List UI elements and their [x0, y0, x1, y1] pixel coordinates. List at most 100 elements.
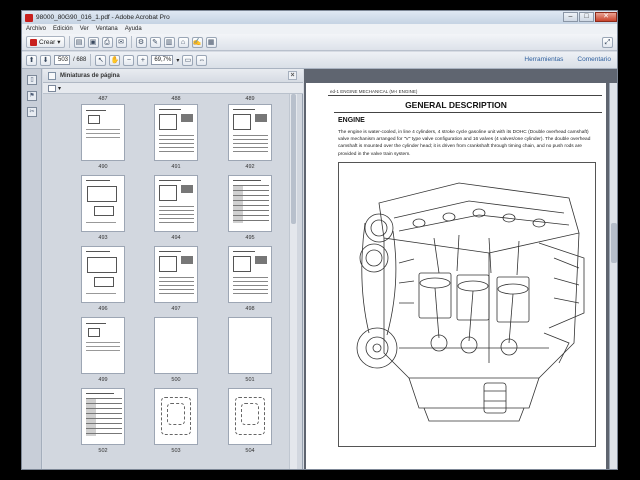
thumbnail-content: [86, 110, 106, 111]
create-button[interactable]: Crear ▾: [26, 36, 65, 48]
page-thumbnails-panel: Miniaturas de página × ▾ 487 488 489 490 491…: [43, 69, 303, 469]
comment-link[interactable]: Comentario: [577, 56, 611, 63]
document-scrollbar[interactable]: [609, 83, 617, 469]
page-thumbnail[interactable]: [154, 246, 198, 303]
thumbnail-content: [86, 346, 120, 347]
print-icon[interactable]: ⎙: [101, 36, 113, 48]
title-bar: 98000_80G90_016_1.pdf - Adobe Acrobat Pr…: [22, 11, 617, 24]
thumbnail-content: [88, 115, 100, 124]
page-thumbnail[interactable]: [81, 317, 125, 374]
page-count: / 688: [73, 57, 87, 63]
thumbnail-page-number: 500: [171, 377, 181, 383]
thumbnail-content: [233, 281, 268, 282]
menu-ver[interactable]: Ver: [80, 26, 89, 32]
page-title: GENERAL DESCRIPTION: [405, 100, 507, 110]
page-thumbnail[interactable]: [81, 175, 125, 232]
thumbnail-content: [87, 257, 117, 273]
page-thumbnail[interactable]: [228, 317, 272, 374]
thumbnail-content: [159, 222, 194, 223]
page-thumbnail[interactable]: [228, 175, 272, 232]
page-thumbnail[interactable]: [154, 104, 198, 161]
bookmarks-icon[interactable]: ⚑: [27, 91, 37, 101]
close-panel-button[interactable]: ×: [288, 71, 297, 80]
comment-icon[interactable]: ✎: [149, 36, 161, 48]
edit-icon[interactable]: ✍: [191, 36, 203, 48]
page-up-icon[interactable]: ⬆: [26, 54, 37, 66]
fit-page-icon[interactable]: ▭: [182, 54, 194, 66]
thumbnails-panel-icon: [48, 71, 56, 80]
form-icon[interactable]: ▦: [205, 36, 217, 48]
menu-ventana[interactable]: Ventana: [96, 26, 118, 32]
chevron-down-icon[interactable]: ▾: [58, 85, 61, 92]
thumbnail-content: [159, 289, 194, 290]
thumbnail-content: [233, 293, 268, 294]
minimize-button[interactable]: –: [563, 12, 578, 22]
attach-icon[interactable]: ⌂: [177, 36, 189, 48]
thumbnail-content: [86, 350, 120, 351]
thumbnail-content: [233, 114, 251, 130]
thumbnail-content: [86, 129, 120, 130]
thumbnail-content: [86, 133, 120, 134]
thumbnail-content: [159, 210, 194, 211]
page-thumbnail[interactable]: [81, 104, 125, 161]
thumbnail-page-number: 502: [98, 448, 108, 454]
task-pane-links: Herramientas Comentario: [524, 56, 611, 63]
page-thumbnail[interactable]: [81, 246, 125, 303]
hand-tool-icon[interactable]: ✋: [109, 54, 121, 66]
acrobat-window: 98000_80G90_016_1.pdf - Adobe Acrobat Pr…: [21, 10, 618, 470]
page-thumbnail[interactable]: [228, 388, 272, 445]
thumbnail-content: [86, 180, 110, 181]
email-icon[interactable]: ✉: [115, 36, 127, 48]
thumbnail-content: [167, 403, 185, 425]
thumbnail-content: [241, 403, 259, 425]
menu-ayuda[interactable]: Ayuda: [125, 26, 142, 32]
settings-icon[interactable]: ⚙: [135, 36, 147, 48]
thumbnail-content: [255, 256, 267, 264]
page-thumbnail[interactable]: [154, 317, 198, 374]
attachments-icon[interactable]: ✂: [27, 107, 37, 117]
thumbnail-content: [255, 114, 267, 122]
thumbnail-options-icon[interactable]: [48, 84, 56, 92]
select-tool-icon[interactable]: ↖: [95, 54, 107, 66]
page-thumbnail[interactable]: [81, 388, 125, 445]
thumbnail-page-number: 492: [245, 164, 255, 170]
current-page-input[interactable]: 503: [54, 55, 70, 65]
page-down-icon[interactable]: ⬇: [40, 54, 51, 66]
close-button[interactable]: ✕: [595, 12, 617, 22]
scroll-thumb[interactable]: [291, 94, 296, 224]
expand-icon[interactable]: ⤢: [602, 37, 613, 48]
tools-link[interactable]: Herramientas: [524, 56, 563, 63]
pdf-page: ed-1 ENGINE MECHANICAL (M-I ENGINE) GENE…: [306, 83, 606, 469]
maximize-button[interactable]: □: [579, 12, 594, 22]
open-icon[interactable]: ▤: [73, 36, 85, 48]
window-title: 98000_80G90_016_1.pdf - Adobe Acrobat Pr…: [36, 14, 170, 21]
page-thumbnail[interactable]: [228, 104, 272, 161]
thumbnail-content: [233, 251, 255, 252]
zoom-out-icon[interactable]: −: [123, 54, 135, 66]
thumbnails-scrollbar[interactable]: [289, 94, 297, 469]
menu-archivo[interactable]: Archivo: [26, 26, 46, 32]
page-thumbnails-icon[interactable]: ▯: [27, 75, 37, 85]
thumbnail-content: [159, 135, 194, 136]
thumbnail-content: [233, 147, 268, 148]
chevron-down-icon: ▾: [57, 39, 61, 46]
thumbnail-page-number: 488: [171, 96, 181, 102]
thumbnail-page-number: 491: [171, 164, 181, 170]
scroll-thumb[interactable]: [611, 223, 617, 263]
zoom-dropdown-icon[interactable]: ▾: [176, 57, 179, 64]
save-icon[interactable]: ▣: [87, 36, 99, 48]
thumbnail-page-number: 499: [98, 377, 108, 383]
thumbnail-content: [86, 293, 116, 294]
thumbnail-content: [233, 289, 268, 290]
thumbnail-page-number: 498: [245, 306, 255, 312]
zoom-level-input[interactable]: 69,7%: [151, 55, 174, 65]
thumbnail-content: [86, 251, 110, 252]
fit-width-icon[interactable]: ⇔: [196, 54, 208, 66]
menu-edicion[interactable]: Edición: [53, 26, 73, 32]
page-thumbnail[interactable]: [228, 246, 272, 303]
thumbnail-content: [159, 143, 194, 144]
highlight-icon[interactable]: ▥: [163, 36, 175, 48]
page-thumbnail[interactable]: [154, 175, 198, 232]
zoom-in-icon[interactable]: +: [137, 54, 149, 66]
page-thumbnail[interactable]: [154, 388, 198, 445]
